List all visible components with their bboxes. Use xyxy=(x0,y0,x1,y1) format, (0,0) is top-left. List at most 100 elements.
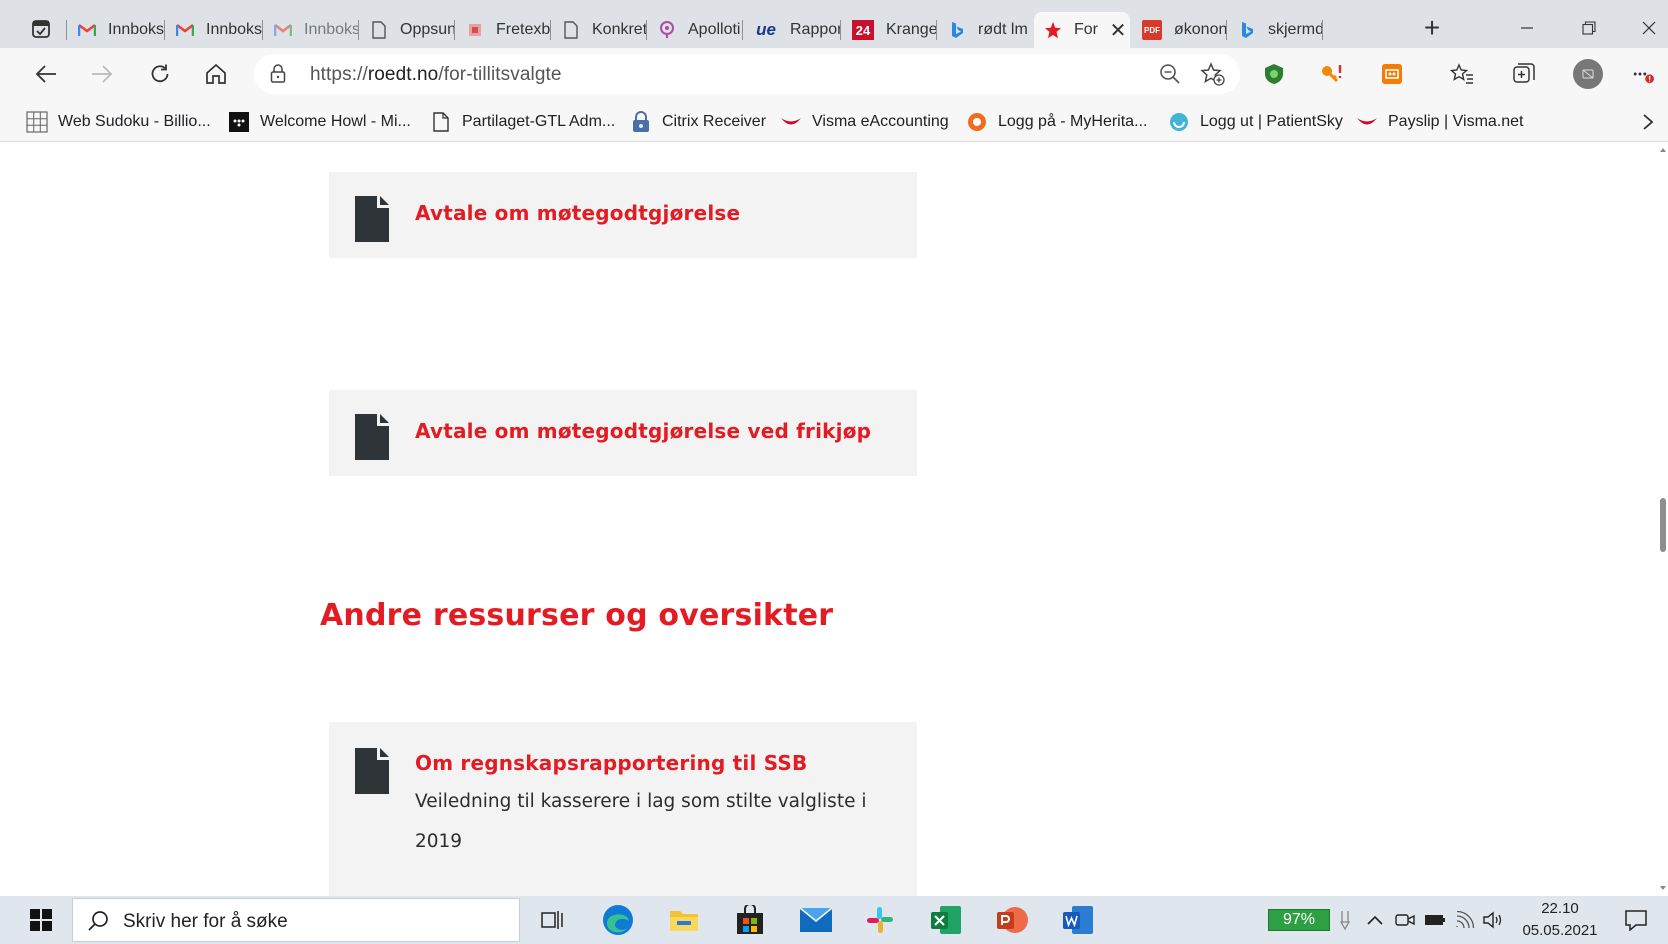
gmail-icon xyxy=(274,21,292,39)
extension-key-icon[interactable] xyxy=(1320,62,1344,86)
meet-now-icon[interactable] xyxy=(1394,908,1416,932)
wifi-icon[interactable] xyxy=(1454,908,1476,932)
battery-indicator[interactable]: 97% xyxy=(1268,909,1330,931)
tab-actions-button[interactable] xyxy=(24,14,58,44)
action-center-button[interactable] xyxy=(1622,906,1650,934)
minimize-icon xyxy=(1521,27,1533,29)
tab-fretex[interactable]: Fretexb xyxy=(456,12,550,48)
bookmark-myheritage[interactable]: Logg på - MyHerita... xyxy=(966,110,1147,134)
new-tab-button[interactable]: + xyxy=(1418,14,1446,42)
tab-title: Apolloti xyxy=(688,21,741,38)
pen-icon[interactable] xyxy=(1334,908,1356,932)
bookmark-payslip[interactable]: Payslip | Visma.net xyxy=(1356,110,1523,134)
refresh-button[interactable] xyxy=(142,56,178,92)
bing-icon xyxy=(1238,21,1256,39)
close-tab-icon[interactable]: ✕ xyxy=(1108,18,1128,43)
tab-inbox-1[interactable]: Innboks xyxy=(68,12,164,48)
favorites-icon[interactable] xyxy=(1450,62,1474,86)
document-link[interactable]: Avtale om møtegodtgjørelse ved frikjøp xyxy=(415,419,871,443)
restore-icon xyxy=(1582,21,1596,35)
bookmark-patientsky[interactable]: Logg ut | PatientSky xyxy=(1168,110,1343,134)
tab-krangel[interactable]: 24 Krangel xyxy=(842,12,936,48)
task-view-button[interactable] xyxy=(528,900,576,940)
bookmark-citrix[interactable]: Citrix Receiver xyxy=(630,110,766,134)
back-button[interactable] xyxy=(28,56,64,92)
tab-inbox-3[interactable]: Innboks xyxy=(264,12,358,48)
scroll-down-arrow-icon[interactable] xyxy=(1660,886,1666,890)
page-scrollbar[interactable] xyxy=(1658,142,1668,896)
excel-icon xyxy=(931,906,961,934)
section-heading: Andre ressurser og oversikter xyxy=(320,598,834,633)
tab-actions-icon xyxy=(32,20,50,38)
tab-separator xyxy=(262,20,263,40)
tab-title: Rapport xyxy=(790,21,840,38)
bookmark-web-sudoku[interactable]: Web Sudoku - Billio... xyxy=(26,110,211,134)
extension-shield-icon[interactable] xyxy=(1262,62,1286,86)
taskbar-file-explorer[interactable] xyxy=(660,900,708,940)
word-icon xyxy=(1063,906,1093,934)
start-button[interactable] xyxy=(18,904,64,936)
tab-konkret[interactable]: Konkret xyxy=(552,12,646,48)
tab-okonomi-pdf[interactable]: PDF økonon xyxy=(1132,12,1226,48)
taskbar-word[interactable] xyxy=(1054,900,1102,940)
gmail-icon xyxy=(176,21,194,39)
more-options-icon xyxy=(1633,72,1654,84)
bookmark-partilaget[interactable]: Partilaget-GTL Adm... xyxy=(430,110,615,134)
forward-button[interactable] xyxy=(84,56,120,92)
bookmark-welcome-howl[interactable]: Welcome Howl - Mi... xyxy=(228,110,411,134)
lock-icon[interactable] xyxy=(270,64,286,89)
profile-avatar[interactable] xyxy=(1572,58,1604,90)
document-card[interactable]: Om regnskapsrapportering til SSB Veiledn… xyxy=(329,722,917,896)
volume-icon[interactable] xyxy=(1482,908,1504,932)
ue-icon: ue xyxy=(756,20,776,39)
taskbar-store[interactable] xyxy=(726,900,774,940)
scrollbar-thumb[interactable] xyxy=(1660,498,1666,552)
address-bar[interactable]: https://roedt.no/for-tillitsvalgte xyxy=(254,54,1240,94)
24-icon: 24 xyxy=(852,20,874,40)
tab-bing-roedt[interactable]: rødt lm xyxy=(938,12,1032,48)
tab-for-tillitsvalgte[interactable]: For ✕ xyxy=(1034,12,1130,48)
show-hidden-icons-chevron-icon[interactable] xyxy=(1364,908,1386,932)
taskbar-excel[interactable] xyxy=(922,900,970,940)
tab-inbox-2[interactable]: Innboks xyxy=(166,12,262,48)
collections-icon[interactable] xyxy=(1512,62,1536,86)
tab-title: skjermd xyxy=(1268,21,1322,38)
minimize-button[interactable] xyxy=(1512,14,1542,42)
zoom-out-icon[interactable] xyxy=(1158,62,1182,91)
scroll-up-arrow-icon[interactable] xyxy=(1660,148,1666,152)
url-text[interactable]: https://roedt.no/for-tillitsvalgte xyxy=(310,64,562,86)
tab-title: Oppsun xyxy=(400,21,454,38)
home-button[interactable] xyxy=(198,56,234,92)
close-window-button[interactable] xyxy=(1634,14,1664,42)
tab-strip: Innboks Innboks Innboks Oppsun Fretexb K… xyxy=(0,0,1668,48)
taskbar-search-box[interactable]: Skriv her for å søke xyxy=(72,898,520,942)
clock-date: 05.05.2021 xyxy=(1522,922,1598,939)
add-favorite-icon[interactable] xyxy=(1200,62,1226,91)
taskbar-mail[interactable] xyxy=(792,900,840,940)
extension-orange-icon[interactable] xyxy=(1380,62,1404,86)
restore-button[interactable] xyxy=(1574,14,1604,42)
bookmark-visma-eaccounting[interactable]: Visma eAccounting xyxy=(780,110,949,134)
patientsky-icon xyxy=(1168,111,1190,133)
document-card[interactable]: Avtale om møtegodtgjørelse xyxy=(329,172,917,258)
tab-bing-skjerm[interactable]: skjermd xyxy=(1228,12,1322,48)
clock-time: 22.10 xyxy=(1541,900,1579,917)
tab-title: Fretexb xyxy=(496,21,550,38)
settings-menu-button[interactable] xyxy=(1632,62,1656,86)
taskbar-slack[interactable] xyxy=(856,900,904,940)
taskbar-powerpoint[interactable] xyxy=(988,900,1036,940)
document-link[interactable]: Avtale om møtegodtgjørelse xyxy=(415,201,740,225)
tab-rapport[interactable]: ue Rapport xyxy=(744,12,840,48)
battery-icon[interactable] xyxy=(1424,908,1446,932)
taskbar-edge[interactable] xyxy=(594,900,642,940)
bookmark-label: Web Sudoku - Billio... xyxy=(58,113,211,130)
document-card[interactable]: Avtale om møtegodtgjørelse ved frikjøp xyxy=(329,390,917,476)
more-bookmarks-button[interactable] xyxy=(1636,110,1660,134)
tab-apollo[interactable]: Apolloti xyxy=(648,12,742,48)
bookmark-label: Logg ut | PatientSky xyxy=(1200,113,1343,130)
system-clock[interactable]: 22.10 05.05.2021 xyxy=(1514,898,1606,942)
bookmark-label: Logg på - MyHerita... xyxy=(998,113,1148,130)
tab-oppsummering[interactable]: Oppsun xyxy=(360,12,454,48)
document-link[interactable]: Om regnskapsrapportering til SSB xyxy=(415,751,807,775)
search-icon xyxy=(87,910,109,937)
